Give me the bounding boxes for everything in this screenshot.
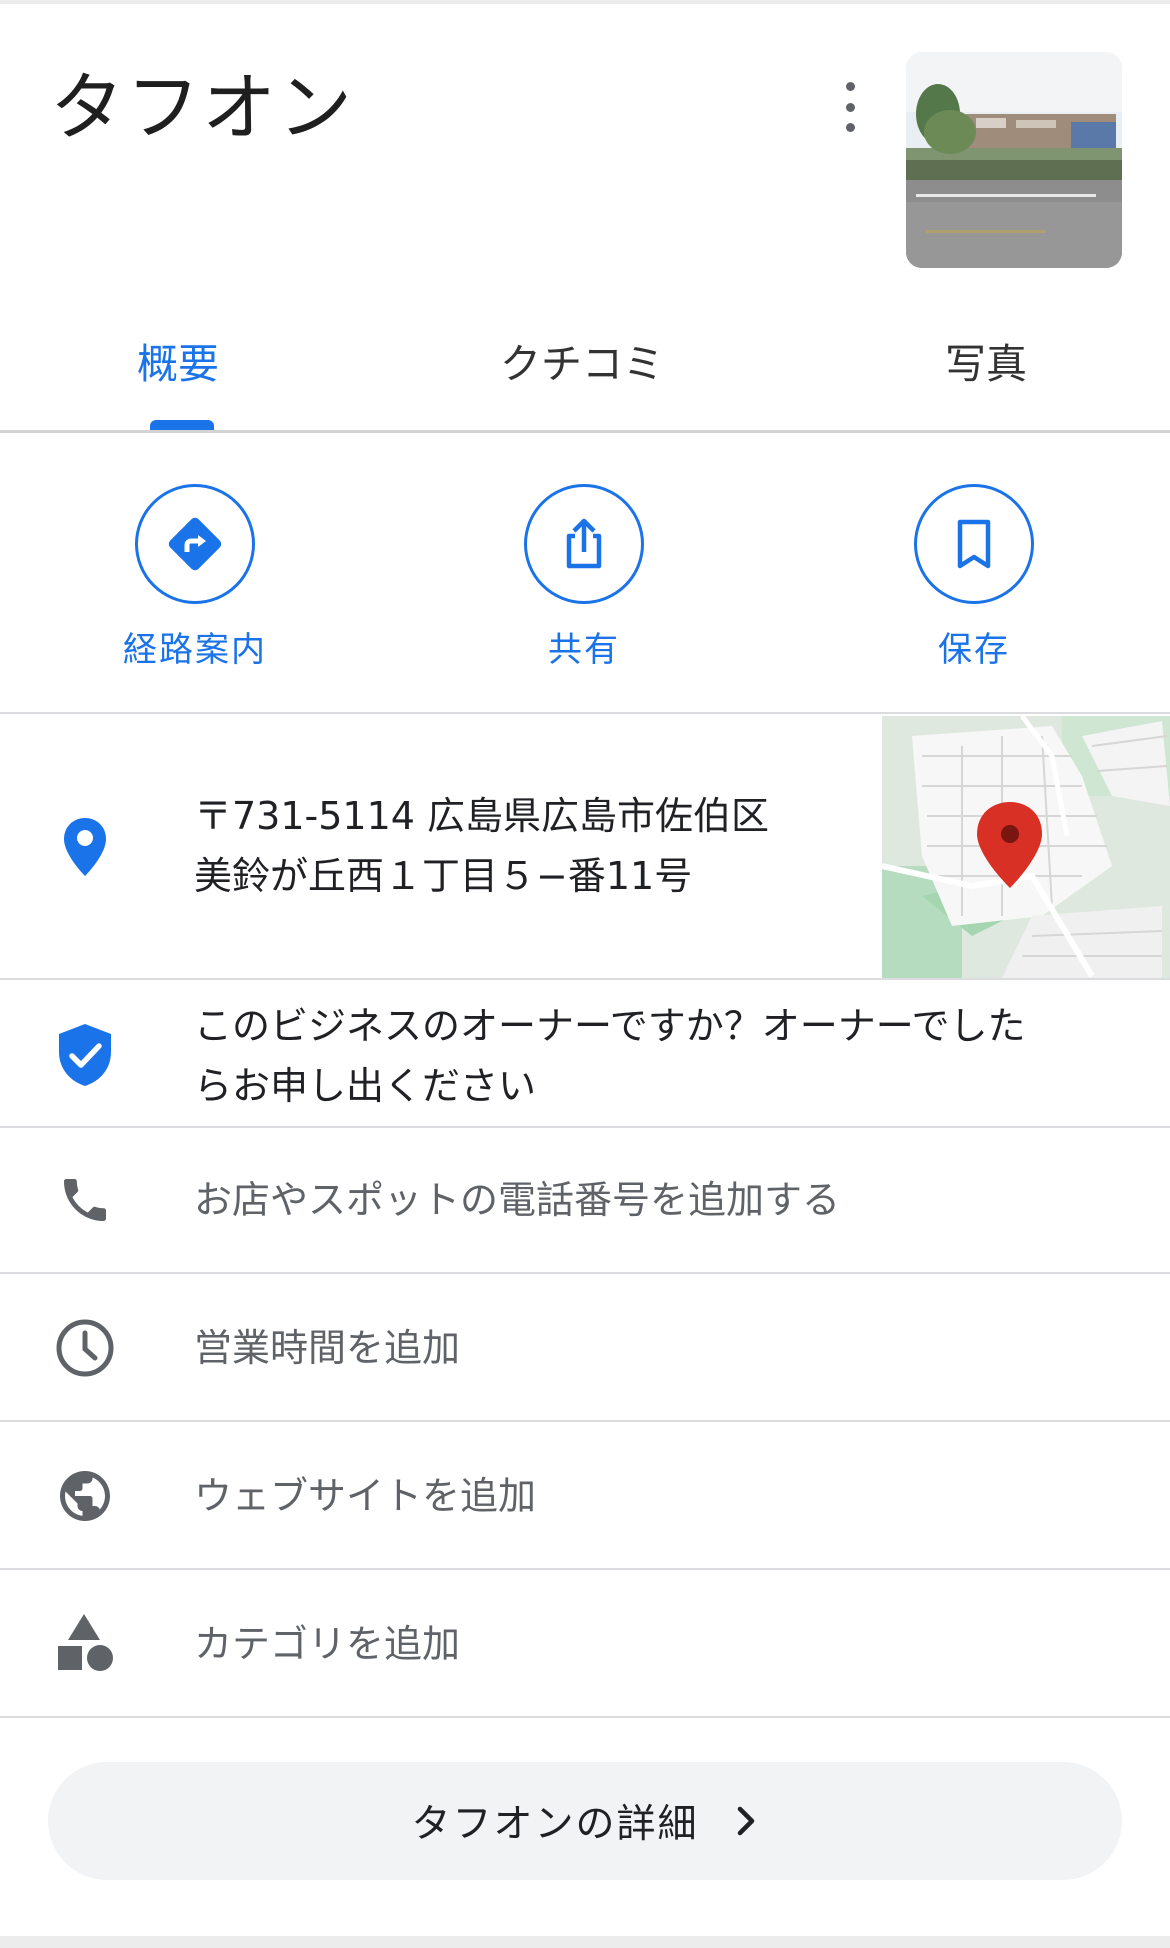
divider (0, 1568, 1170, 1570)
add-website-row[interactable]: ウェブサイトを追加 (194, 1466, 536, 1526)
add-phone-row[interactable]: お店やスポットの電話番号を追加する (194, 1170, 840, 1230)
tab-reviews[interactable]: クチコミ (500, 330, 664, 390)
category-shapes-icon (50, 1612, 120, 1674)
divider (0, 1716, 1170, 1718)
place-photo-thumbnail[interactable] (906, 52, 1122, 268)
map-thumbnail[interactable] (882, 716, 1170, 978)
location-pin-icon (50, 816, 120, 878)
share-label: 共有 (548, 630, 620, 670)
phone-icon (50, 1172, 120, 1228)
address-line-1: 〒731-5114 広島県広島市佐伯区 (194, 794, 770, 838)
top-edge (0, 0, 1170, 4)
divider (0, 1272, 1170, 1274)
directions-icon (168, 517, 222, 571)
dot (845, 102, 855, 112)
dot (845, 123, 855, 132)
divider (0, 978, 1170, 980)
divider (0, 712, 1170, 714)
more-vert-icon[interactable] (830, 82, 870, 132)
clock-icon (50, 1318, 120, 1378)
place-title: タフオン (50, 65, 354, 151)
chevron-right-icon (733, 1803, 759, 1839)
owner-claim-line-1: このビジネスのオーナーですか？オーナーでした (194, 1004, 1026, 1048)
bottom-edge (0, 1936, 1170, 1948)
place-details-button[interactable]: タフオンの詳細 (48, 1762, 1122, 1880)
tabs-divider (0, 430, 1170, 433)
directions-circle (135, 484, 255, 604)
tab-overview[interactable]: 概要 (137, 330, 219, 390)
save-label: 保存 (938, 630, 1010, 670)
directions-label: 経路案内 (123, 630, 267, 670)
share-button[interactable]: 共有 (484, 484, 684, 671)
owner-claim-line-2: らお申し出ください (194, 1064, 537, 1108)
verified-shield-icon (50, 1022, 120, 1088)
add-hours-row[interactable]: 営業時間を追加 (194, 1318, 460, 1378)
divider (0, 1126, 1170, 1128)
address-line-2: 美鈴が丘西１丁目５−番11号 (194, 854, 693, 898)
globe-icon (50, 1466, 120, 1526)
owner-claim-row[interactable]: このビジネスのオーナーですか？オーナーでした らお申し出ください (194, 996, 1025, 1116)
tab-photos[interactable]: 写真 (945, 330, 1027, 390)
dot (845, 82, 855, 91)
divider (0, 1420, 1170, 1422)
share-circle (524, 484, 644, 604)
address-row[interactable]: 〒731-5114 広島県広島市佐伯区 美鈴が丘西１丁目５−番11号 (194, 786, 769, 906)
tab-bar: 概要 クチコミ 写真 (0, 330, 1170, 430)
place-details-label: タフオンの詳細 (411, 1802, 699, 1847)
save-circle (914, 484, 1034, 604)
add-category-row[interactable]: カテゴリを追加 (194, 1614, 460, 1674)
share-icon (566, 518, 602, 569)
directions-button[interactable]: 経路案内 (95, 484, 295, 671)
bookmark-icon (957, 519, 991, 569)
save-button[interactable]: 保存 (874, 484, 1074, 671)
